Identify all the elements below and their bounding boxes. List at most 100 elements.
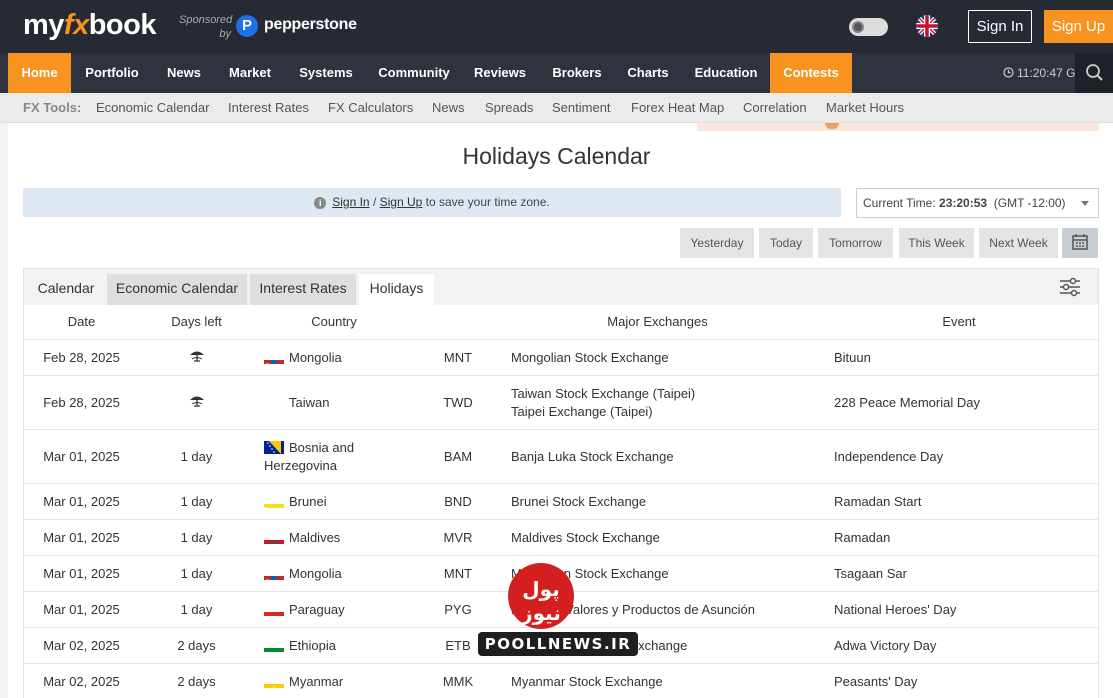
maldives-flag-icon: [264, 531, 284, 544]
country-name[interactable]: Ethiopia: [289, 638, 336, 653]
yesterday-button[interactable]: Yesterday: [680, 228, 754, 258]
currency-code: TWD: [443, 395, 473, 410]
table-header: Date Days left Country Major Exchanges E…: [24, 305, 1098, 340]
holiday-event: Peasants' Day: [834, 674, 918, 689]
table-row: Feb 28, 2025 Taiwan TWD Taiwan Stock Exchan…: [24, 376, 1098, 430]
fx-tools-label: FX Tools:: [23, 100, 82, 115]
paraguay-flag-icon: [264, 603, 284, 616]
nav-portfolio[interactable]: Portfolio: [76, 53, 148, 93]
tomorrow-button[interactable]: Tomorrow: [818, 228, 893, 258]
exchange-list: Brunei Stock Exchange: [511, 484, 821, 520]
table-row: Mar 02, 2025 2 days Myanmar MMK Myanmar Stoc…: [24, 664, 1098, 698]
fx-tool-economic-calendar[interactable]: Economic Calendar: [96, 93, 209, 123]
sponsor-name[interactable]: pepperstone: [264, 16, 357, 34]
country-cell: Brunei: [264, 484, 424, 520]
currency-code: BAM: [443, 449, 473, 464]
sign-up-button[interactable]: Sign Up: [1044, 10, 1113, 43]
holiday-event: 228 Peace Memorial Day: [834, 395, 980, 410]
country-name[interactable]: Maldives: [289, 530, 340, 545]
nav-brokers[interactable]: Brokers: [546, 53, 608, 93]
country-name[interactable]: Brunei: [289, 494, 327, 509]
nav-news[interactable]: News: [160, 53, 208, 93]
notice-sign-in-link[interactable]: Sign In: [332, 195, 369, 209]
chevron-down-icon: [1081, 201, 1089, 206]
holiday-date: Mar 02, 2025: [43, 674, 120, 689]
country-name[interactable]: Taiwan: [289, 395, 329, 410]
ad-banner[interactable]: [697, 123, 1099, 131]
fx-tool-forex-heat-map[interactable]: Forex Heat Map: [631, 93, 724, 123]
exchange-name: Maldives Stock Exchange: [511, 530, 660, 545]
filter-settings-icon[interactable]: [1059, 276, 1081, 298]
clock-icon: [1003, 67, 1014, 78]
search-button[interactable]: [1075, 53, 1113, 93]
country-name[interactable]: Mongolia: [289, 350, 342, 365]
currency-code: MNT: [443, 350, 473, 365]
column-header-date: Date: [67, 314, 96, 329]
search-icon: [1086, 64, 1103, 81]
holiday-date: Mar 01, 2025: [43, 566, 120, 581]
exchange-list: Myanmar Stock Exchange: [511, 664, 821, 698]
tab-economic-calendar[interactable]: Economic Calendar: [107, 274, 247, 305]
notice-sign-up-link[interactable]: Sign Up: [380, 195, 423, 209]
country-cell: Maldives: [264, 520, 424, 556]
column-header-days-left: Days left: [171, 314, 222, 329]
fx-tool-sentiment[interactable]: Sentiment: [552, 93, 611, 123]
column-header-country: Country: [311, 314, 357, 329]
top-bar: myfxbook Sponsored by P pepperstone Sign …: [0, 0, 1113, 53]
holiday-event: Independence Day: [834, 449, 944, 464]
fx-tool-spreads[interactable]: Spreads: [485, 93, 533, 123]
next-week-button[interactable]: Next Week: [979, 228, 1058, 258]
tab-holidays[interactable]: Holidays: [359, 274, 434, 305]
fx-tool-fx-calculators[interactable]: FX Calculators: [328, 93, 413, 123]
country-cell: Mongolia: [264, 340, 424, 376]
table-row: Mar 01, 2025 1 day Brunei BND Brunei Stock E…: [24, 484, 1098, 520]
country-name[interactable]: Mongolia: [289, 566, 342, 581]
fx-tool-interest-rates[interactable]: Interest Rates: [228, 93, 309, 123]
dark-mode-toggle[interactable]: [849, 18, 888, 36]
currency-code: PYG: [444, 602, 472, 617]
fx-tool-news[interactable]: News: [432, 93, 465, 123]
uk-flag-icon[interactable]: [916, 15, 938, 37]
fx-tool-market-hours[interactable]: Market Hours: [826, 93, 904, 123]
timezone-time: 23:20:53: [939, 196, 988, 210]
exchange-name: Taiwan Stock Exchange (Taipei): [511, 386, 696, 401]
country-name[interactable]: Myanmar: [289, 674, 343, 689]
days-left: 1 day: [180, 530, 213, 545]
nav-community[interactable]: Community: [372, 53, 456, 93]
table-row: Mar 02, 2025 2 days Ethiopia ETB Ethiopian S…: [24, 628, 1098, 664]
this-week-button[interactable]: This Week: [899, 228, 974, 258]
holiday-date: Mar 01, 2025: [43, 602, 120, 617]
timezone-select[interactable]: Current Time: 23:20:53 (GMT -12:00): [856, 188, 1099, 218]
exchange-name: Myanmar Stock Exchange: [511, 674, 663, 689]
nav-charts[interactable]: Charts: [620, 53, 676, 93]
calendar-picker-button[interactable]: [1062, 228, 1098, 258]
nav-contests[interactable]: Contests: [770, 53, 852, 93]
table-row: Feb 28, 2025 Mongolia MNT Mongolian Stock E…: [24, 340, 1098, 376]
exchange-name: Brunei Stock Exchange: [511, 494, 647, 509]
nav-systems[interactable]: Systems: [292, 53, 360, 93]
timezone-label: Current Time:: [863, 196, 940, 210]
fx-tool-correlation[interactable]: Correlation: [743, 93, 807, 123]
pepperstone-logo-icon[interactable]: P: [236, 15, 258, 37]
table-row: Mar 01, 2025 1 day Paraguay PYG Bolsa de Val…: [24, 592, 1098, 628]
table-row: Mar 01, 2025 1 day Maldives MVR Maldives Sto…: [24, 520, 1098, 556]
mongolia-flag-icon: [264, 351, 284, 364]
nav-market[interactable]: Market: [222, 53, 278, 93]
tab-calendar[interactable]: Calendar: [28, 274, 104, 305]
exchange-list: Mongolian Stock Exchange: [511, 340, 821, 376]
column-header-event: Event: [942, 314, 976, 329]
holiday-date: Mar 01, 2025: [43, 494, 120, 509]
nav-education[interactable]: Education: [688, 53, 764, 93]
today-button[interactable]: Today: [759, 228, 813, 258]
exchange-list: Bolsa de Valores y Productos de Asunción: [511, 592, 821, 628]
myfxbook-logo[interactable]: myfxbook: [23, 9, 157, 42]
tab-interest-rates[interactable]: Interest Rates: [250, 274, 356, 305]
exchange-list: Ethiopian Securities Exchange: [511, 628, 821, 664]
nav-reviews[interactable]: Reviews: [468, 53, 532, 93]
nav-home[interactable]: Home: [8, 53, 71, 93]
country-name[interactable]: Paraguay: [289, 602, 345, 617]
holiday-date: Mar 01, 2025: [43, 530, 120, 545]
country-cell: Mongolia: [264, 556, 424, 592]
exchange-list: Maldives Stock Exchange: [511, 520, 821, 556]
sign-in-button[interactable]: Sign In: [968, 10, 1032, 43]
